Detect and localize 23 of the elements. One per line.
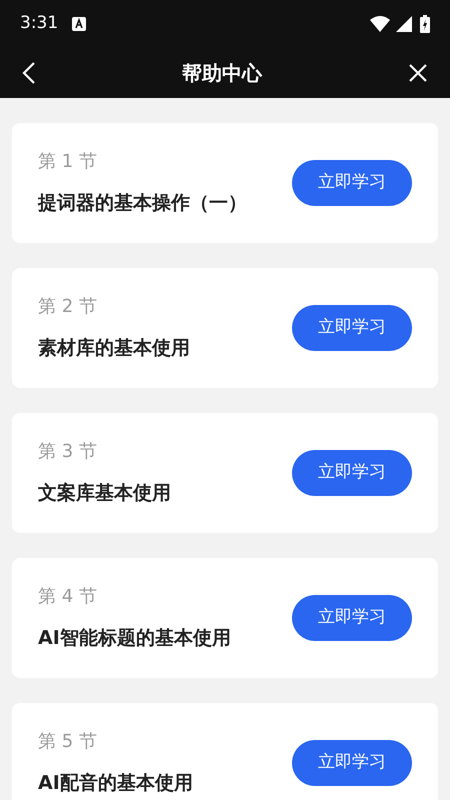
start-learning-button[interactable]: 立即学习 bbox=[292, 450, 412, 496]
start-learning-button[interactable]: 立即学习 bbox=[292, 740, 412, 786]
start-learning-button[interactable]: 立即学习 bbox=[292, 595, 412, 641]
lesson-title: AI智能标题的基本使用 bbox=[38, 626, 232, 652]
lesson-title: 提词器的基本操作（一） bbox=[38, 191, 248, 216]
section-label: 第 2 节 bbox=[38, 295, 98, 320]
section-label: 第 5 节 bbox=[38, 730, 98, 754]
section-label: 第 4 节 bbox=[38, 585, 98, 610]
notification-icon bbox=[72, 17, 86, 31]
start-learning-button[interactable]: 立即学习 bbox=[292, 305, 412, 351]
section-label: 第 1 节 bbox=[38, 150, 98, 174]
start-learning-button[interactable]: 立即学习 bbox=[292, 160, 412, 206]
close-icon[interactable] bbox=[408, 63, 428, 83]
wifi-icon bbox=[370, 16, 390, 32]
clock: 3:31 bbox=[20, 12, 58, 36]
lesson-title: AI配音的基本使用 bbox=[38, 771, 194, 796]
section-label: 第 3 节 bbox=[38, 440, 98, 464]
back-icon[interactable] bbox=[22, 61, 36, 85]
signal-icon bbox=[396, 16, 412, 32]
page-title: 帮助中心 bbox=[182, 60, 262, 87]
lesson-title: 文案库基本使用 bbox=[38, 481, 172, 506]
battery-charging-icon bbox=[420, 15, 430, 33]
lesson-title: 素材库的基本使用 bbox=[38, 336, 191, 362]
